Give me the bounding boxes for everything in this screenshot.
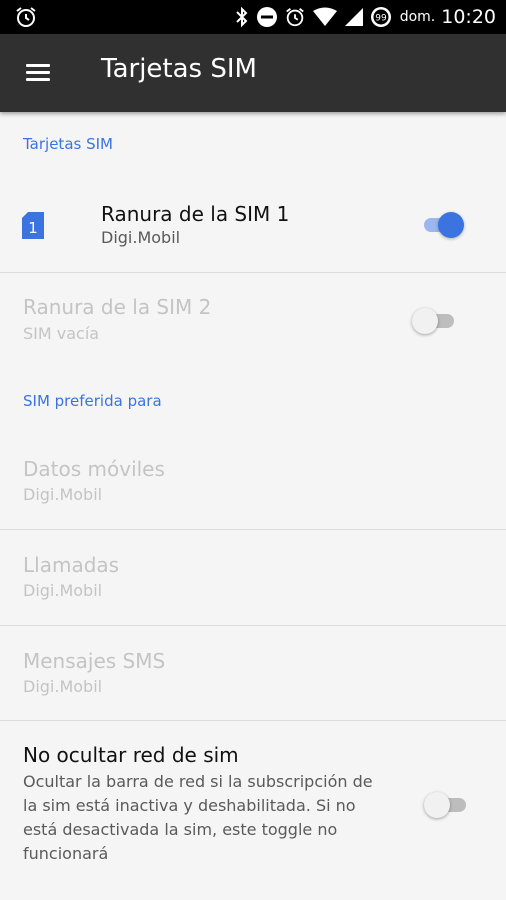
preferred-item-title: Llamadas — [23, 553, 120, 577]
badge-icon: 99 — [370, 6, 392, 28]
signal-icon — [344, 7, 364, 27]
alarm-icon — [284, 6, 306, 28]
preferred-item-calls[interactable]: Llamadas Digi.Mobil — [0, 530, 506, 625]
preferred-item-sms[interactable]: Mensajes SMS Digi.Mobil — [0, 626, 506, 720]
app-bar: Tarjetas SIM — [0, 34, 506, 112]
sim-slot-2-row[interactable]: Ranura de la SIM 2 SIM vacía — [0, 273, 506, 365]
sim-slot-2-toggle[interactable] — [412, 308, 454, 334]
section-header-preferred-sim: SIM preferida para — [23, 392, 162, 410]
alarm-icon — [14, 5, 38, 33]
preferred-item-subtitle: Digi.Mobil — [23, 581, 103, 600]
sim-slot-2-title: Ranura de la SIM 2 — [23, 295, 212, 319]
sim-card-icon: 1 — [22, 212, 44, 243]
preferred-item-subtitle: Digi.Mobil — [23, 485, 103, 504]
page-title: Tarjetas SIM — [101, 54, 257, 84]
wifi-icon — [312, 7, 338, 27]
badge-count: 99 — [375, 14, 387, 24]
status-day: dom. — [399, 9, 436, 25]
sim-card-number: 1 — [28, 219, 38, 237]
sim-slot-1-subtitle: Digi.Mobil — [101, 228, 181, 247]
hide-network-title: No ocultar red de sim — [23, 743, 239, 767]
preferred-item-mobile-data[interactable]: Datos móviles Digi.Mobil — [0, 430, 506, 530]
hide-network-toggle[interactable] — [424, 792, 466, 818]
bluetooth-icon — [234, 6, 250, 28]
sim-slot-1-title: Ranura de la SIM 1 — [101, 202, 290, 226]
preferred-item-subtitle: Digi.Mobil — [23, 677, 103, 696]
hide-network-description: Ocultar la barra de red si la subscripci… — [23, 772, 373, 863]
preferred-item-title: Mensajes SMS — [23, 649, 166, 673]
hamburger-menu-icon[interactable] — [22, 60, 52, 86]
preferred-item-title: Datos móviles — [23, 457, 165, 481]
sim-slot-1-toggle[interactable] — [424, 212, 464, 238]
sim-slot-1-row[interactable]: 1 Ranura de la SIM 1 Digi.Mobil — [0, 180, 506, 272]
sim-slot-2-subtitle: SIM vacía — [23, 324, 100, 343]
status-time: 10:20 — [441, 6, 496, 28]
status-bar: 99 dom. 10:20 — [0, 0, 506, 34]
section-header-sim-cards: Tarjetas SIM — [23, 135, 113, 153]
do-not-disturb-icon — [256, 6, 278, 28]
